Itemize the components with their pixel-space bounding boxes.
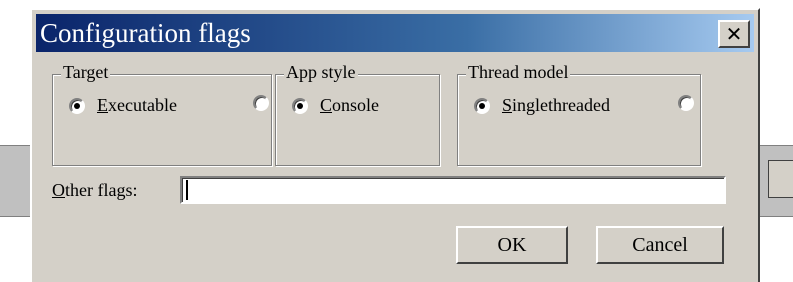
dialog-title: Configuration flags: [40, 18, 251, 48]
radio-thread-option-2[interactable]: [678, 95, 706, 111]
radio-console[interactable]: Console: [292, 95, 379, 116]
radio-executable[interactable]: Executable: [69, 95, 177, 116]
radio-button-selected[interactable]: [69, 97, 85, 114]
thread-model-group-legend: Thread model: [466, 62, 571, 82]
other-flags-input[interactable]: [180, 176, 726, 204]
app-style-group: App style Console: [275, 62, 440, 166]
close-icon: ✕: [725, 22, 743, 46]
radio-button-selected[interactable]: [292, 97, 308, 114]
radio-singlethreaded[interactable]: Singlethreaded: [474, 95, 610, 116]
background-button[interactable]: [768, 160, 793, 198]
target-group: Target Executable: [52, 62, 272, 166]
other-flags-label: Other flags:: [52, 180, 138, 200]
text-caret: [186, 180, 188, 200]
configuration-flags-dialog: Configuration flags ✕ Target Executable …: [30, 8, 760, 282]
radio-console-label: Console: [320, 95, 380, 115]
radio-executable-label: Executable: [97, 95, 177, 115]
app-style-group-legend: App style: [284, 62, 358, 82]
radio-button-unselected[interactable]: [253, 95, 269, 111]
cancel-button[interactable]: Cancel: [596, 226, 724, 264]
close-button[interactable]: ✕: [718, 20, 750, 48]
radio-button-selected[interactable]: [474, 97, 490, 114]
radio-button-unselected[interactable]: [678, 95, 694, 111]
target-group-legend: Target: [61, 62, 111, 82]
thread-model-group: Thread model Singlethreaded: [457, 62, 701, 166]
title-bar[interactable]: Configuration flags ✕: [36, 14, 754, 52]
radio-singlethreaded-label: Singlethreaded: [502, 95, 610, 115]
ok-button[interactable]: OK: [456, 226, 568, 264]
